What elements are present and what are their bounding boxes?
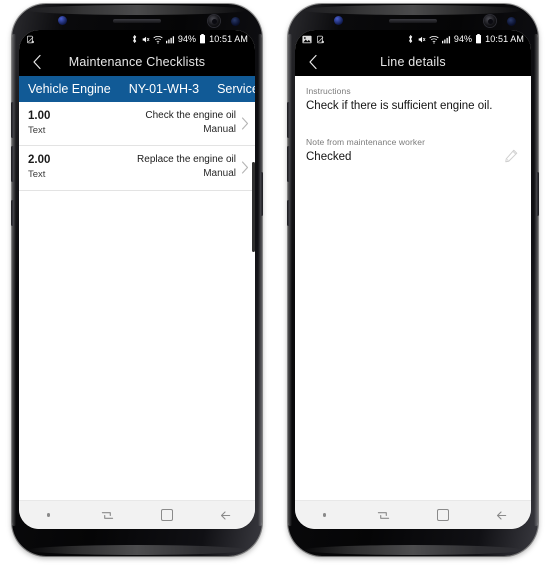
bluetooth-icon [408, 35, 412, 43]
note-label: Note from maintenance worker [306, 136, 426, 147]
back-chevron-icon[interactable] [29, 54, 45, 70]
home-icon[interactable] [428, 504, 458, 526]
screen-right: 94% 10:51 AM Line details Instructions C… [295, 30, 531, 529]
bluetooth-icon [132, 35, 136, 43]
wifi-icon [429, 35, 439, 44]
clock-label: 10:51 AM [485, 34, 524, 44]
status-bar-left-icons [26, 35, 35, 44]
row-left-block: 1.00 Text [28, 109, 50, 137]
line-number: 1.00 [28, 110, 51, 122]
iris-scanner-icon [484, 15, 496, 27]
app-title-bar-right: Line details [295, 48, 531, 76]
system-navigation-bar-right [295, 500, 531, 529]
bezel-highlight-top [27, 5, 247, 15]
volume-down-button[interactable] [11, 146, 14, 182]
recent-apps-icon[interactable] [93, 504, 123, 526]
instructions-field: Instructions Check if there is sufficien… [306, 86, 520, 115]
context-item-asset: Vehicle Engine [28, 82, 111, 96]
device-top-bezel [288, 4, 538, 30]
row-left-block: 2.00 Text [28, 153, 50, 181]
status-bar-right-cluster: 94% 10:51 AM [131, 34, 248, 44]
phone-device-right: 94% 10:51 AM Line details Instructions C… [287, 4, 539, 556]
mute-icon [142, 36, 150, 42]
volume-up-button[interactable] [11, 102, 14, 138]
image-icon [302, 35, 312, 43]
status-bar-right: 94% 10:51 AM [295, 30, 531, 48]
phone-device-left: 94% 10:51 AM Maintenance Checklists Vehi… [11, 4, 263, 556]
no-sim-icon [27, 35, 34, 43]
battery-icon [200, 34, 206, 44]
wifi-icon [153, 35, 163, 44]
bezel-edge-right [534, 34, 538, 526]
line-description: Check the engine oil [145, 110, 236, 122]
pencil-icon[interactable] [504, 149, 518, 163]
assistant-button[interactable] [11, 200, 14, 226]
status-bar-right-cluster: 94% 10:51 AM [407, 34, 524, 44]
instructions-value: Check if there is sufficient engine oil. [306, 100, 493, 112]
context-header-bar: Vehicle Engine NY-01-WH-3 Service [19, 76, 255, 102]
home-icon[interactable] [152, 504, 182, 526]
context-item-id: NY-01-WH-3 [128, 82, 200, 96]
status-bar-left-icons [302, 35, 325, 44]
notification-led-icon [58, 16, 67, 25]
clock-label: 10:51 AM [209, 34, 248, 44]
line-number: 2.00 [28, 154, 51, 167]
earpiece-speaker [389, 19, 437, 23]
scrollbar[interactable] [252, 162, 255, 252]
back-chevron-icon[interactable] [305, 54, 321, 70]
line-type: Text [28, 168, 46, 180]
line-details-form: Instructions Check if there is sufficien… [295, 76, 531, 500]
note-field: Note from maintenance worker Checked [306, 137, 520, 166]
battery-percent-label: 94% [177, 34, 197, 44]
power-button[interactable] [536, 172, 539, 216]
line-method: Manual [203, 168, 236, 180]
nav-dot-indicator[interactable] [310, 504, 340, 526]
signal-icon [165, 35, 174, 43]
table-row[interactable]: 2.00 Text Replace the engine oil Manual [19, 146, 255, 191]
page-title: Line details [380, 55, 446, 69]
system-navigation-bar-left [19, 500, 255, 529]
screen-left: 94% 10:51 AM Maintenance Checklists Vehi… [19, 30, 255, 529]
row-right-block: Check the engine oil Manual [145, 109, 239, 137]
battery-percent-label: 94% [453, 34, 473, 44]
line-description: Replace the engine oil [137, 154, 236, 166]
device-top-bezel [12, 4, 262, 30]
table-row[interactable]: 1.00 Text Check the engine oil Manual [19, 102, 255, 147]
row-right-block: Replace the engine oil Manual [137, 153, 239, 181]
bezel-highlight-bottom [303, 545, 523, 555]
checklist-line-list[interactable]: 1.00 Text Check the engine oil Manual 2.… [19, 102, 255, 500]
signal-icon [441, 35, 450, 43]
nav-dot-indicator[interactable] [34, 504, 64, 526]
iris-scanner-icon [208, 15, 220, 27]
bezel-edge-right [258, 34, 262, 526]
mute-icon [418, 36, 426, 42]
power-button[interactable] [260, 172, 263, 216]
line-method: Manual [203, 124, 236, 136]
recent-apps-icon[interactable] [369, 504, 399, 526]
bezel-highlight-bottom [27, 545, 247, 555]
note-value: Checked [306, 150, 352, 163]
battery-icon [476, 34, 482, 44]
earpiece-speaker [113, 19, 161, 23]
volume-down-button[interactable] [287, 146, 290, 182]
bezel-highlight-top [303, 5, 523, 15]
no-sim-icon [317, 35, 324, 43]
back-icon[interactable] [211, 504, 241, 526]
notification-led-icon [334, 16, 343, 25]
front-camera-icon [231, 17, 240, 26]
assistant-button[interactable] [287, 200, 290, 226]
volume-up-button[interactable] [287, 102, 290, 138]
app-title-bar-left: Maintenance Checklists [19, 48, 255, 76]
back-icon[interactable] [487, 504, 517, 526]
line-type: Text [28, 124, 46, 136]
front-camera-icon [507, 17, 516, 26]
chevron-right-icon[interactable] [239, 117, 251, 130]
context-item-service: Service [217, 82, 255, 96]
instructions-label: Instructions [306, 86, 351, 96]
chevron-right-icon[interactable] [239, 161, 251, 174]
page-title: Maintenance Checklists [68, 55, 206, 69]
status-bar-left: 94% 10:51 AM [19, 30, 255, 48]
